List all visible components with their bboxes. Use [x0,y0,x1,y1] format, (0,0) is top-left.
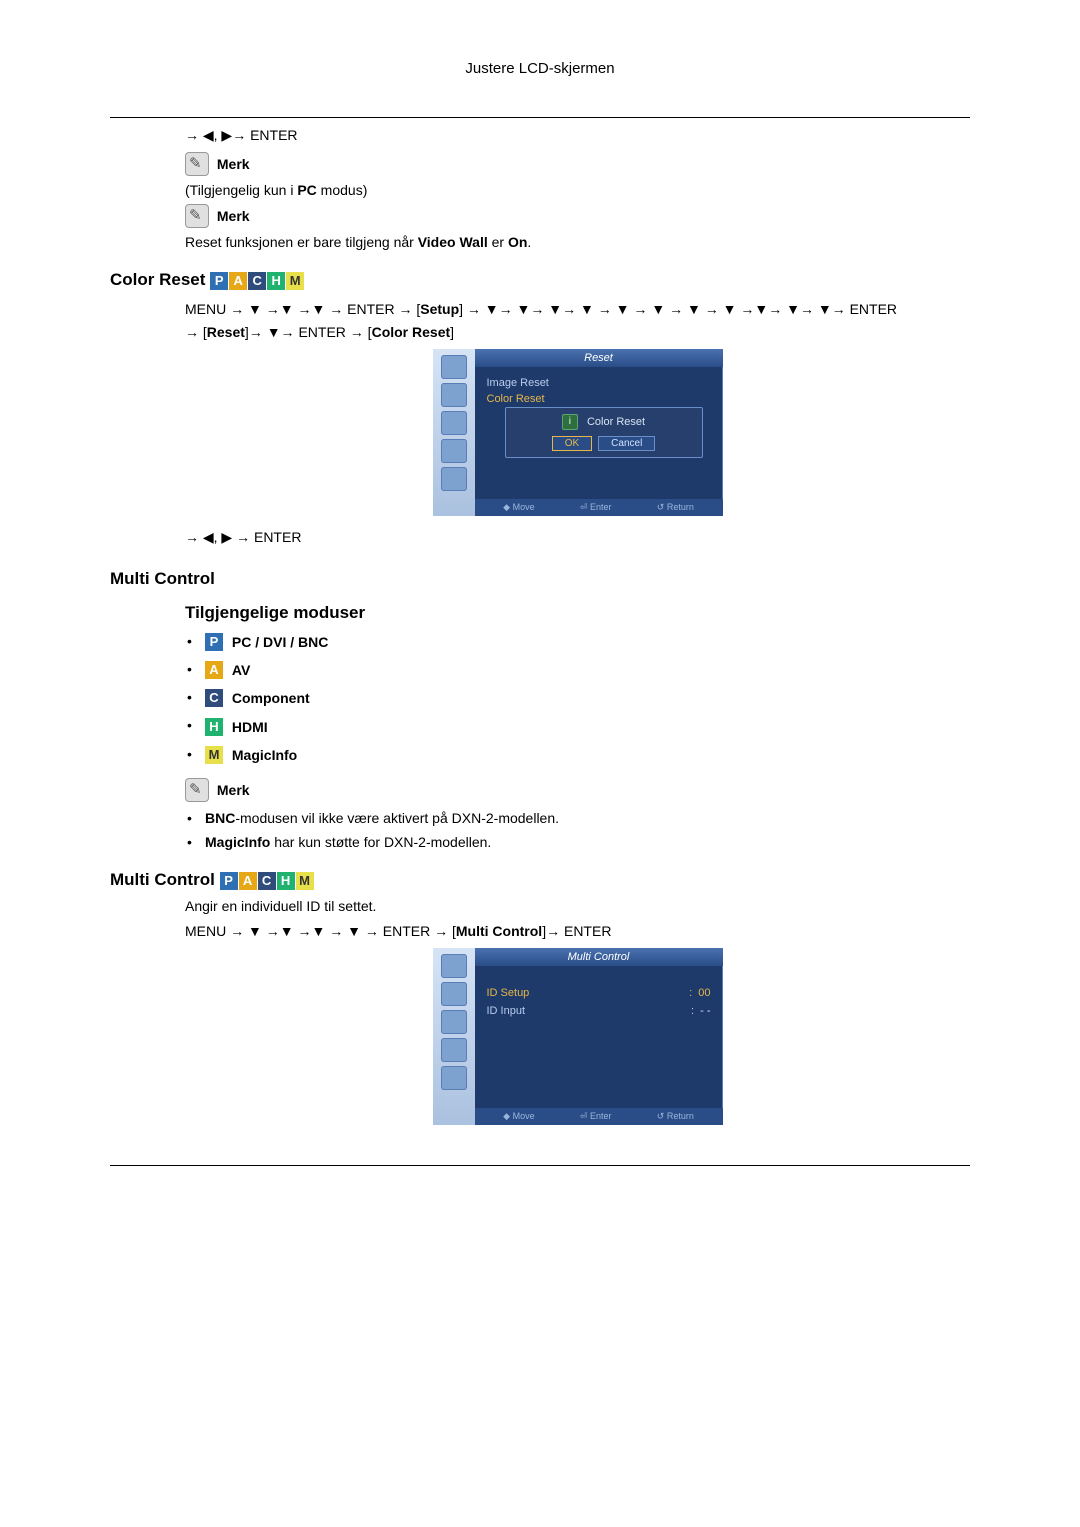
osd-ok-button: OK [552,436,592,451]
nav-sequence-color-reset: MENU → ▼ →▼ →▼ → ENTER → [Setup] → ▼→ ▼→… [185,298,970,343]
note-icon [185,778,209,802]
badge-h-icon: H [277,872,295,890]
osd-sidebar-icon [441,355,467,379]
osd-sidebar-icon [441,954,467,978]
badge-a-icon: A [205,661,223,679]
multi-control-desc: Angir en individuell ID til settet. [185,898,970,914]
badge-h-icon: H [205,718,223,736]
osd-sidebar-icon [441,467,467,491]
osd-sidebar-icon [441,982,467,1006]
note-label: Merk [217,156,250,172]
osd-dialog-title: Color Reset [587,416,645,428]
mode-item: M MagicInfo [185,746,970,764]
badge-c-icon: C [258,872,276,890]
mode-list: P PC / DVI / BNC A AV C Component H HDMI… [185,633,970,764]
badge-p-icon: P [210,272,228,290]
osd-cancel-button: Cancel [598,436,655,451]
osd-row-id-input: ID Input : - - [487,1002,711,1020]
note-text-1: (Tilgjengelig kun i PC modus) [185,182,970,198]
note-icon [185,152,209,176]
mode-label: HDMI [232,719,268,735]
mode-label: Component [232,690,310,706]
note-item: MagicInfo har kun støtte for DXN-2-model… [185,834,970,850]
mode-label: PC / DVI / BNC [232,634,328,650]
note-label: Merk [217,782,250,798]
osd-screenshot-multi-control: Multi Control ID Setup : 00 ID Input : -… [433,948,723,1125]
badge-m-icon: M [205,746,223,764]
osd-menu-item-selected: Color Reset [487,391,711,407]
badge-c-icon: C [248,272,266,290]
osd-hint-enter: ⏎ Enter [580,502,612,513]
mode-label: AV [232,662,250,678]
badge-m-icon: M [296,872,314,890]
osd-row-id-setup: ID Setup : 00 [487,984,711,1002]
subsection-available-modes: Tilgjengelige moduser [185,603,970,623]
note-list: BNC-modusen vil ikke være aktivert på DX… [185,810,970,850]
badge-p-icon: P [220,872,238,890]
osd-title: Reset [475,349,723,367]
nav-sequence-multi-control: MENU → ▼ →▼ →▼ → ▼ → ENTER → [Multi Cont… [185,920,970,942]
osd-sidebar-icon [441,383,467,407]
badge-c-icon: C [205,689,223,707]
nav-sequence-after-osd: → ◀, ▶ → ENTER [185,526,970,548]
note-label: Merk [217,208,250,224]
mode-item: P PC / DVI / BNC [185,633,970,651]
osd-confirm-dialog: i Color Reset OK Cancel [505,407,703,458]
info-icon: i [562,414,578,430]
badge-p-icon: P [205,633,223,651]
mode-label: MagicInfo [232,747,297,763]
badge-a-icon: A [239,872,257,890]
osd-hint-enter: ⏎ Enter [580,1111,612,1122]
footer-rule [110,1165,970,1166]
nav-sequence-intro: → ◀, ▶→ ENTER [185,124,970,146]
mode-item: C Component [185,689,970,707]
note-icon [185,204,209,228]
osd-title: Multi Control [475,948,723,966]
badge-h-icon: H [267,272,285,290]
mode-item: A AV [185,661,970,679]
osd-sidebar-icon [441,1066,467,1090]
osd-screenshot-reset: Reset Image Reset Color Reset i Color Re… [433,349,723,516]
badge-a-icon: A [229,272,247,290]
osd-hint-move: ◆ Move [503,502,534,513]
header-rule [110,117,970,118]
osd-sidebar-icon [441,411,467,435]
osd-sidebar-icon [441,1010,467,1034]
note-text-2: Reset funksjonen er bare tilgjeng når Vi… [185,234,970,250]
osd-hint-return: ↺ Return [657,502,694,513]
osd-hint-move: ◆ Move [503,1111,534,1122]
page-header: Justere LCD-skjermen [110,60,970,77]
badge-m-icon: M [286,272,304,290]
osd-sidebar-icon [441,1038,467,1062]
note-item: BNC-modusen vil ikke være aktivert på DX… [185,810,970,826]
osd-hint-return: ↺ Return [657,1111,694,1122]
osd-menu-item: Image Reset [487,375,711,391]
osd-sidebar-icon [441,439,467,463]
section-multi-control: Multi Control [110,569,970,589]
section-multi-control-2: Multi Control PACHM [110,870,970,890]
mode-item: H HDMI [185,717,970,735]
section-color-reset: Color Reset PACHM [110,270,970,290]
